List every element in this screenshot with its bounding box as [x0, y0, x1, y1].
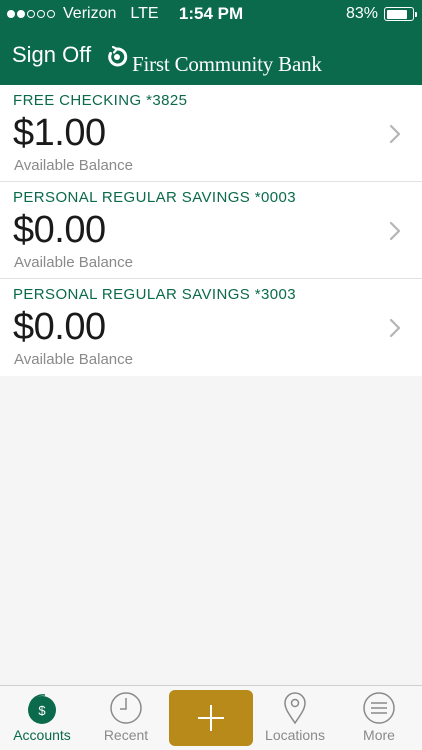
tab-label: More: [363, 727, 395, 743]
chevron-right-icon: [389, 124, 401, 144]
status-bar: Verizon LTE 1:54 PM 83%: [0, 0, 422, 28]
account-row[interactable]: FREE CHECKING *3825 $1.00 Available Bala…: [0, 85, 422, 182]
balance-label: Available Balance: [14, 351, 133, 368]
battery-icon: [384, 7, 417, 21]
dollar-circle-icon: $: [28, 694, 56, 724]
account-balance: $1.00: [13, 112, 106, 154]
battery-fill: [386, 9, 408, 19]
menu-icon: [363, 692, 395, 724]
tab-more[interactable]: More: [337, 686, 421, 750]
brand-name: First Community Bank: [132, 52, 322, 76]
tab-locations[interactable]: Locations: [253, 686, 337, 750]
clock-icon: [110, 692, 142, 724]
plus-icon: [198, 705, 224, 731]
account-list: FREE CHECKING *3825 $1.00 Available Bala…: [0, 85, 422, 376]
account-name: PERSONAL REGULAR SAVINGS *0003: [13, 189, 296, 206]
account-balance: $0.00: [13, 209, 106, 251]
sign-off-button[interactable]: Sign Off: [12, 42, 91, 68]
nav-bar: Sign Off First Community Bank: [0, 30, 422, 85]
app-header: Verizon LTE 1:54 PM 83% Sign Off First C…: [0, 0, 422, 85]
tab-label: Accounts: [13, 727, 71, 743]
add-button[interactable]: [169, 690, 253, 746]
battery-tip: [414, 11, 417, 17]
balance-label: Available Balance: [14, 157, 133, 174]
tab-label: Recent: [103, 727, 149, 743]
brand-lockup: First Community Bank: [106, 38, 322, 77]
account-row[interactable]: PERSONAL REGULAR SAVINGS *3003 $0.00 Ava…: [0, 279, 422, 376]
balance-label: Available Balance: [14, 254, 133, 271]
account-balance: $0.00: [13, 306, 106, 348]
svg-text:$: $: [38, 703, 46, 718]
tab-bar: $ Accounts Recent Locations More: [0, 685, 422, 750]
account-row[interactable]: PERSONAL REGULAR SAVINGS *0003 $0.00 Ava…: [0, 182, 422, 279]
tab-label: Locations: [265, 727, 325, 743]
status-right: 83%: [345, 5, 417, 23]
account-name: PERSONAL REGULAR SAVINGS *3003: [13, 286, 296, 303]
chevron-right-icon: [389, 221, 401, 241]
tab-accounts[interactable]: $ Accounts: [0, 686, 84, 750]
tab-recent[interactable]: Recent: [84, 686, 168, 750]
chevron-right-icon: [389, 318, 401, 338]
battery-percent: 83%: [345, 5, 378, 22]
app-screen: Verizon LTE 1:54 PM 83% Sign Off First C…: [0, 0, 422, 750]
map-pin-icon: [284, 692, 306, 725]
bank-logo-icon: [108, 45, 128, 66]
account-name: FREE CHECKING *3825: [13, 92, 188, 109]
